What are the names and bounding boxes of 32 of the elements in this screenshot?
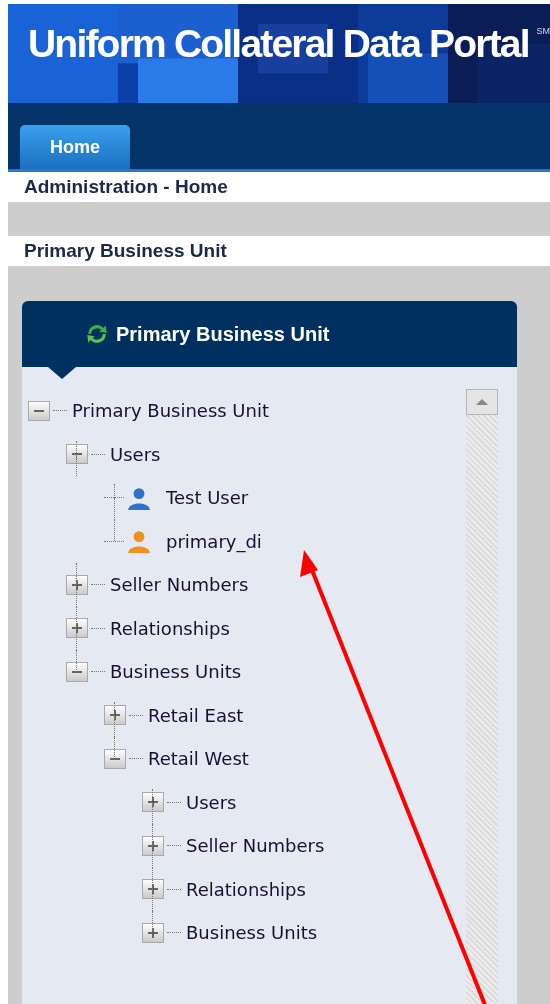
tree-item[interactable]: primary_di (166, 530, 262, 552)
page-heading: Administration - Home (23, 175, 229, 199)
expand-toggle[interactable] (66, 444, 88, 465)
tree-item[interactable]: Users (110, 443, 161, 465)
tree-item[interactable]: Business Units (186, 922, 318, 944)
tree-item[interactable]: Primary Business Unit (72, 400, 269, 422)
scroll-up-button[interactable] (466, 389, 498, 415)
expand-toggle[interactable] (28, 400, 50, 421)
expand-toggle[interactable] (142, 922, 164, 943)
tree-item[interactable]: Retail West (148, 748, 249, 770)
expand-toggle[interactable] (66, 574, 88, 595)
tree-item[interactable]: Seller Numbers (186, 835, 325, 857)
tree-item[interactable]: Seller Numbers (110, 574, 249, 596)
tree-item[interactable]: Business Units (110, 661, 242, 683)
panel-title: Primary Business Unit (116, 322, 330, 346)
tree-item[interactable]: Retail East (148, 704, 244, 726)
home-tab[interactable]: Home (20, 125, 130, 169)
expand-toggle[interactable] (66, 661, 88, 682)
tree-item[interactable]: Relationships (186, 878, 306, 900)
expand-toggle[interactable] (142, 879, 164, 900)
tree-item[interactable]: Test User (166, 487, 249, 509)
expand-toggle[interactable] (66, 618, 88, 639)
expand-toggle[interactable] (142, 835, 164, 856)
user-icon (126, 528, 152, 555)
expand-toggle[interactable] (104, 705, 126, 726)
service-mark: SM (536, 26, 550, 36)
tree-item[interactable]: Users (186, 791, 237, 813)
tree-item[interactable]: Relationships (110, 617, 230, 639)
expand-toggle[interactable] (104, 748, 126, 769)
portal-title: Uniform Collateral Data Portal (28, 22, 529, 66)
expand-toggle[interactable] (142, 792, 164, 813)
section-heading: Primary Business Unit (23, 239, 228, 263)
